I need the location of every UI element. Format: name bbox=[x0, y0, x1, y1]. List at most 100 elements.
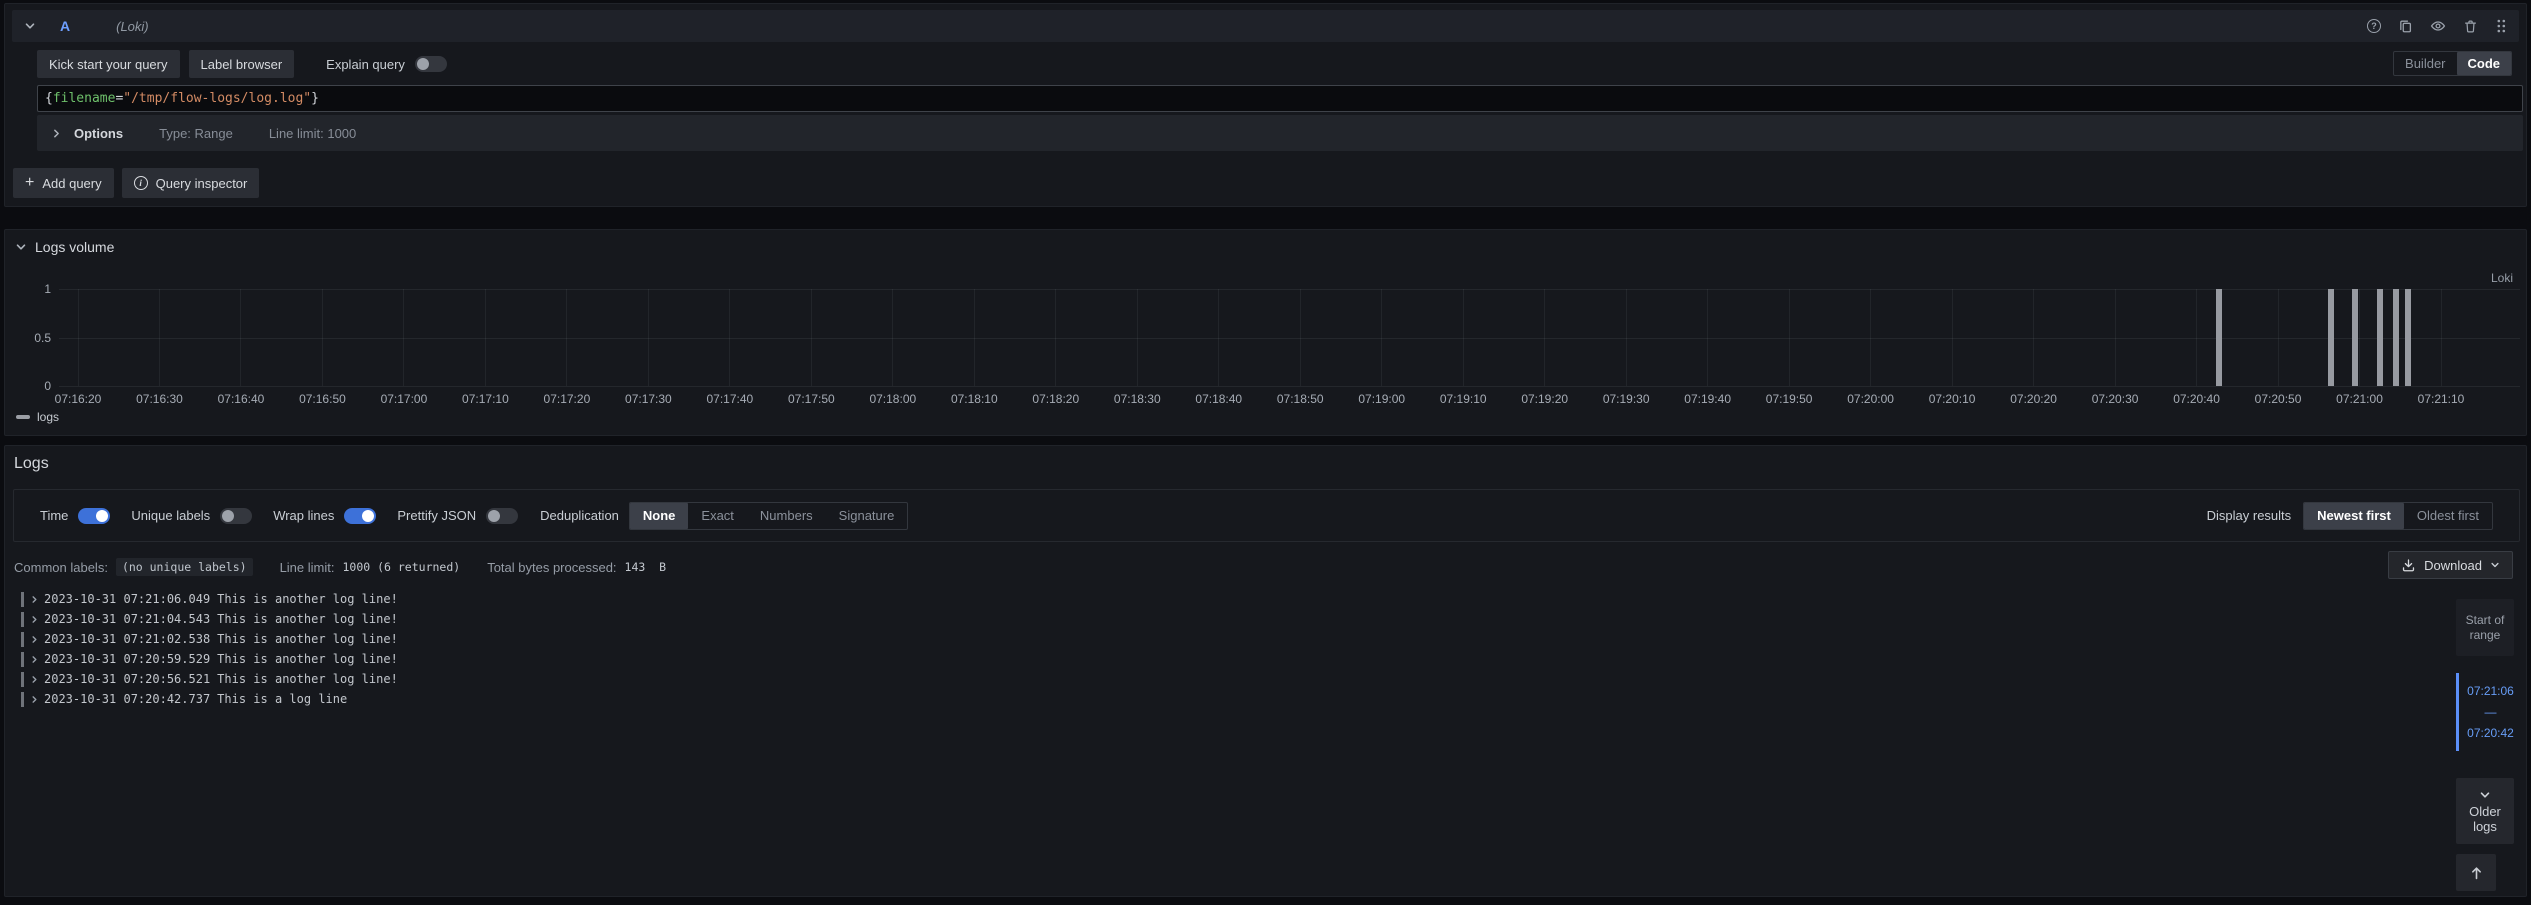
plus-icon: + bbox=[25, 175, 34, 191]
query-open-brace: { bbox=[45, 91, 53, 106]
query-row-header[interactable]: A (Loki) ? bbox=[12, 10, 2519, 42]
meta-label: Common labels: bbox=[14, 560, 108, 575]
gridline-h bbox=[59, 289, 2520, 290]
deduplication-label: Deduplication bbox=[540, 508, 619, 523]
display-results-group: Display results Newest firstOldest first bbox=[2207, 502, 2493, 530]
query-options-row[interactable]: Options Type: Range Line limit: 1000 bbox=[37, 115, 2523, 151]
x-axis-label: 07:20:40 bbox=[2157, 392, 2237, 406]
eye-icon[interactable] bbox=[2430, 18, 2446, 34]
x-axis-label: 07:16:20 bbox=[38, 392, 118, 406]
option-builder[interactable]: Builder bbox=[2394, 52, 2456, 75]
log-row[interactable]: 2023-10-31 07:21:02.538This is another l… bbox=[13, 629, 398, 649]
log-message: This is another log line! bbox=[217, 652, 398, 666]
expand-row-icon[interactable] bbox=[30, 615, 39, 624]
drag-handle-icon[interactable] bbox=[2495, 18, 2507, 34]
log-row[interactable]: 2023-10-31 07:20:59.529 This is another l… bbox=[13, 649, 398, 669]
volume-bar bbox=[2216, 289, 2222, 386]
log-message: This is another log line! bbox=[217, 632, 398, 646]
volume-bar bbox=[2393, 289, 2399, 386]
option-exact[interactable]: Exact bbox=[688, 503, 747, 529]
query-editor-panel: A (Loki) ? Kick start your query bbox=[4, 3, 2527, 207]
copy-icon[interactable] bbox=[2398, 19, 2413, 34]
explain-query-toggle[interactable] bbox=[415, 56, 447, 72]
expand-row-icon[interactable] bbox=[30, 675, 39, 684]
options-type: Type: Range bbox=[159, 126, 233, 141]
log-level-bar bbox=[21, 592, 24, 607]
prettify-json-toggle[interactable] bbox=[486, 508, 518, 524]
log-row[interactable]: 2023-10-31 07:20:42.737This is a log lin… bbox=[13, 689, 398, 709]
time-toggle[interactable] bbox=[78, 508, 110, 524]
query-code-editor[interactable]: {filename="/tmp/flow-logs/log.log"} bbox=[37, 85, 2523, 112]
expand-row-icon[interactable] bbox=[30, 595, 39, 604]
log-level-bar bbox=[21, 612, 24, 627]
older-logs-button[interactable]: Older logs bbox=[2456, 778, 2514, 844]
scroll-to-top-button[interactable] bbox=[2456, 854, 2496, 891]
deduplication-group: Deduplication NoneExactNumbersSignature bbox=[540, 502, 908, 530]
legend-label: logs bbox=[37, 410, 59, 424]
query-label-name: filename bbox=[53, 91, 116, 106]
x-axis-label: 07:16:50 bbox=[282, 392, 362, 406]
x-axis-label: 07:20:10 bbox=[1912, 392, 1992, 406]
prettify-json-group: Prettify JSON bbox=[397, 508, 518, 524]
download-button[interactable]: Download bbox=[2388, 551, 2513, 579]
gridline-v bbox=[240, 289, 241, 386]
time-group: Time bbox=[40, 508, 110, 524]
kick-start-query-button[interactable]: Kick start your query bbox=[37, 50, 180, 78]
x-axis-label: 07:17:00 bbox=[364, 392, 444, 406]
logs-meta-row: Common labels:(no unique labels)Line lim… bbox=[14, 555, 666, 579]
gridline-h bbox=[59, 338, 2520, 339]
info-icon: i bbox=[134, 176, 148, 190]
log-row[interactable]: 2023-10-31 07:21:06.049This is another l… bbox=[13, 589, 398, 609]
download-icon bbox=[2401, 558, 2416, 573]
log-timestamp: 2023-10-31 07:20:59.529 bbox=[44, 652, 210, 666]
x-axis-label: 07:21:10 bbox=[2401, 392, 2481, 406]
meta-value: 143 B bbox=[625, 560, 667, 574]
unique-labels-toggle[interactable] bbox=[220, 508, 252, 524]
x-axis-label: 07:19:00 bbox=[1342, 392, 1422, 406]
gridline-v bbox=[322, 289, 323, 386]
option-code[interactable]: Code bbox=[2457, 52, 2512, 75]
gridline-v bbox=[1870, 289, 1871, 386]
expand-row-icon[interactable] bbox=[30, 695, 39, 704]
query-ref-id: A bbox=[60, 18, 70, 34]
label-browser-button[interactable]: Label browser bbox=[189, 50, 295, 78]
option-signature[interactable]: Signature bbox=[826, 503, 908, 529]
trash-icon[interactable] bbox=[2463, 19, 2478, 34]
gridline-v bbox=[1218, 289, 1219, 386]
wrap-lines-toggle[interactable] bbox=[344, 508, 376, 524]
log-timestamp: 2023-10-31 07:21:04.543 bbox=[44, 612, 210, 626]
expand-row-icon[interactable] bbox=[30, 655, 39, 664]
option-newest-first[interactable]: Newest first bbox=[2304, 503, 2404, 529]
gridline-v bbox=[485, 289, 486, 386]
x-axis-label: 07:17:20 bbox=[527, 392, 607, 406]
wrap-lines-group: Wrap lines bbox=[273, 508, 376, 524]
x-axis-label: 07:19:20 bbox=[1505, 392, 1585, 406]
expand-row-icon[interactable] bbox=[30, 635, 39, 644]
gridline-v bbox=[1789, 289, 1790, 386]
volume-bar bbox=[2377, 289, 2383, 386]
add-query-button[interactable]: + Add query bbox=[13, 168, 114, 198]
help-icon[interactable]: ? bbox=[2367, 19, 2381, 33]
logs-controls-bar: TimeUnique labelsWrap linesPrettify JSON… bbox=[13, 489, 2520, 542]
x-axis-label: 07:16:40 bbox=[201, 392, 281, 406]
gridline-v bbox=[1544, 289, 1545, 386]
log-row[interactable]: 2023-10-31 07:21:04.543This is another l… bbox=[13, 609, 398, 629]
option-numbers[interactable]: Numbers bbox=[747, 503, 826, 529]
log-timestamp: 2023-10-31 07:21:06.049 bbox=[44, 592, 210, 606]
query-header-actions: ? bbox=[2367, 18, 2507, 34]
option-oldest-first[interactable]: Oldest first bbox=[2404, 503, 2492, 529]
start-of-range-button[interactable]: Start of range bbox=[2456, 599, 2514, 656]
deduplication-options: NoneExactNumbersSignature bbox=[629, 502, 908, 530]
x-axis-label: 07:18:40 bbox=[1179, 392, 1259, 406]
log-row[interactable]: 2023-10-31 07:20:56.521This is another l… bbox=[13, 669, 398, 689]
range-separator: — bbox=[2485, 705, 2497, 719]
x-axis-label: 07:20:00 bbox=[1831, 392, 1911, 406]
x-axis-label: 07:19:40 bbox=[1668, 392, 1748, 406]
x-axis-label: 07:17:50 bbox=[771, 392, 851, 406]
gridline-v bbox=[2115, 289, 2116, 386]
gridline-v bbox=[648, 289, 649, 386]
query-inspector-button[interactable]: i Query inspector bbox=[122, 168, 260, 198]
range-start-time: 07:21:06 bbox=[2467, 684, 2514, 698]
option-none[interactable]: None bbox=[630, 503, 689, 529]
legend-item-logs[interactable]: logs bbox=[16, 410, 59, 424]
